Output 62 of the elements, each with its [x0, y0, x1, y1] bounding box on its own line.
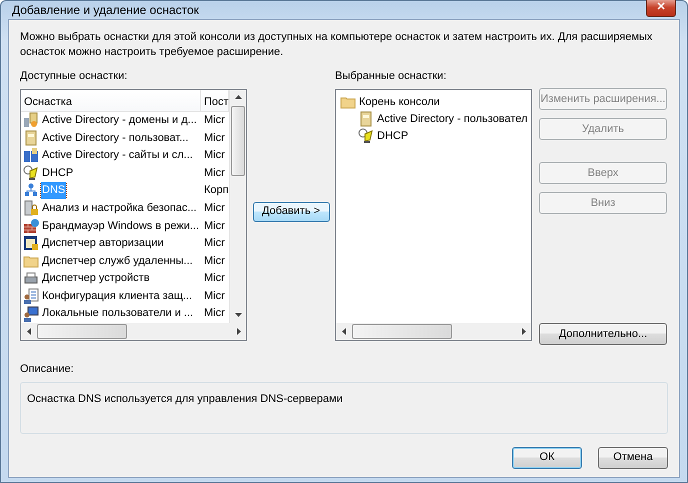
- list-label: Доступные оснастки:: [20, 69, 128, 84]
- user-document-icon: [23, 288, 39, 304]
- list-item[interactable]: Локальные пользователи и ...: [41, 305, 194, 322]
- scroll-arrow-icon[interactable]: [234, 94, 242, 101]
- scroll-thumb[interactable]: [352, 324, 452, 338]
- table-cell-text: Micr: [203, 288, 226, 304]
- list-label: Выбранные оснастки:: [335, 69, 448, 84]
- tree-item[interactable]: Корень консоли: [359, 94, 440, 110]
- table-cell-text: Micr: [203, 113, 226, 128]
- table-cell-text: Micr: [203, 271, 226, 286]
- list-item[interactable]: Диспетчер устройств: [41, 270, 151, 287]
- list-item[interactable]: DHCP: [41, 164, 74, 182]
- book-icon: [23, 130, 39, 146]
- list-item[interactable]: Active Directory - домены и д...: [41, 112, 198, 129]
- table-cell-text: Micr: [203, 236, 226, 252]
- side-button[interactable]: Дополнительно...: [539, 323, 667, 345]
- scroll-arrow-icon[interactable]: [26, 328, 32, 334]
- tree-item[interactable]: Active Directory - пользовател: [377, 110, 528, 128]
- column-header[interactable]: Оснастка: [21, 90, 201, 110]
- list-item[interactable]: Диспетчер служб удаленны...: [41, 252, 194, 270]
- scroll-thumb[interactable]: [231, 106, 245, 176]
- add-button[interactable]: Добавить >: [252, 202, 330, 222]
- column-header[interactable]: Пост: [201, 90, 229, 110]
- sites-icon: [23, 147, 39, 164]
- scroll-thumb[interactable]: [37, 324, 127, 338]
- dialog-button[interactable]: ОК: [512, 446, 582, 468]
- scroll-arrow-icon[interactable]: [234, 311, 242, 318]
- brick-wall-icon: [23, 218, 39, 234]
- table-cell-text: Micr: [203, 130, 226, 146]
- instruction-text: Можно выбрать оснастки для этой консоли из доступных на компьютере оснасток и затем настроить их. Для расширяемых оснасток можно настроить требуемое расширение.: [20, 30, 654, 60]
- list-item[interactable]: Брандмауэр Windows в режи...: [41, 218, 200, 234]
- document-lock-icon: [23, 235, 39, 252]
- list-item[interactable]: Диспетчер авторизации: [41, 235, 165, 252]
- network-icon: [23, 182, 39, 199]
- scroll-arrow-icon[interactable]: [234, 328, 242, 334]
- horizontal-scrollbar[interactable]: [336, 322, 531, 340]
- list-item[interactable]: Active Directory - сайты и сл...: [41, 147, 194, 164]
- table-cell-text: Micr: [203, 306, 226, 322]
- computer-lock-icon: [23, 200, 39, 216]
- servers-icon: [23, 112, 39, 128]
- table-cell-text: Micr: [203, 218, 226, 234]
- table-cell-text: Micr: [203, 200, 226, 216]
- list-item[interactable]: Конфигурация клиента защ...: [41, 288, 194, 304]
- dialog-button[interactable]: Отмена: [598, 446, 668, 468]
- device-icon: [23, 270, 39, 286]
- list-item[interactable]: Active Directory - пользоват...: [41, 130, 190, 146]
- scroll-arrow-icon[interactable]: [340, 328, 348, 334]
- table-cell-text: Micr: [203, 254, 226, 269]
- table-cell-text: Корп: [203, 183, 229, 198]
- description-label: Описание:: [20, 362, 75, 377]
- book-icon: [358, 111, 374, 127]
- vertical-scrollbar[interactable]: [229, 90, 246, 322]
- horizontal-scrollbar[interactable]: [21, 322, 246, 340]
- scroll-arrow-icon[interactable]: [520, 328, 526, 334]
- window-title: Добавление и удаление оснасток: [12, 2, 199, 19]
- list-item[interactable]: Анализ и настройка безопас...: [41, 200, 198, 216]
- table-cell-text: Micr: [203, 148, 226, 164]
- close-button[interactable]: ✕: [646, 0, 676, 16]
- tree-item[interactable]: DHCP: [377, 128, 408, 144]
- users-monitor-icon: [23, 306, 39, 322]
- table-cell-text: Micr: [203, 166, 226, 181]
- description-text: Оснастка DNS используется для управления DNS-серверами: [20, 382, 668, 434]
